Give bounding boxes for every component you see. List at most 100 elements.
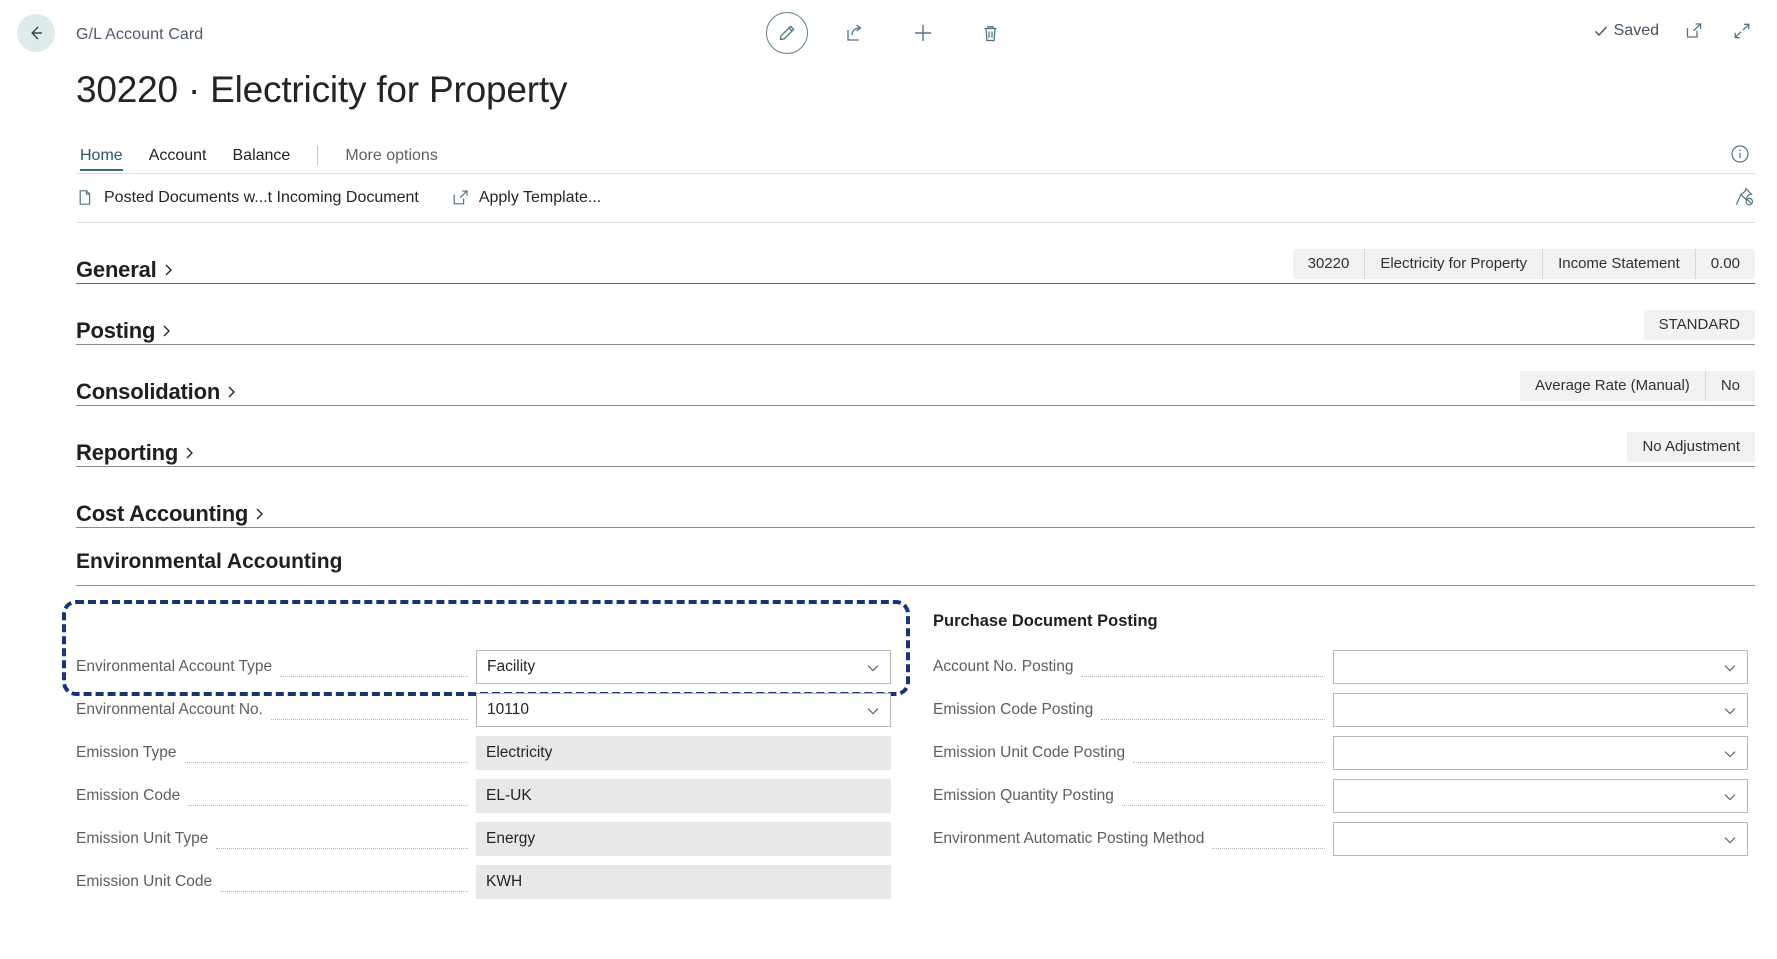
chip-balance-amount: 0.00 [1694, 248, 1755, 279]
chip-account-name: Electricity for Property [1364, 248, 1542, 279]
section-consolidation-chips: Average Rate (Manual) No [1520, 370, 1755, 401]
chevron-down-icon [865, 703, 881, 719]
apply-template-icon [451, 188, 470, 207]
environmental-right-column: Purchase Document Posting Account No. Po… [933, 612, 1748, 906]
section-consolidation-header[interactable]: Consolidation [76, 379, 238, 405]
chevron-down-icon [1722, 660, 1738, 676]
field-emission-unit-code-label: Emission Unit Code [76, 872, 213, 890]
emission-code-value: EL-UK [476, 778, 891, 813]
plus-icon [911, 21, 935, 45]
chevron-right-icon [253, 506, 266, 522]
action-apply-template-label: Apply Template... [478, 188, 602, 206]
checkmark-icon [1593, 23, 1609, 39]
section-reporting-header[interactable]: Reporting [76, 440, 196, 466]
info-button[interactable] [1729, 143, 1755, 169]
section-cost-accounting-header[interactable]: Cost Accounting [76, 501, 266, 527]
section-posting-chips: STANDARD [1643, 309, 1755, 340]
field-emission-unit-code-posting-label: Emission Unit Code Posting [933, 743, 1126, 761]
unpin-button[interactable] [1733, 186, 1755, 208]
environmental-account-no-dropdown[interactable]: 10110 [476, 692, 891, 727]
page-title: 30220 · Electricity for Property [76, 69, 568, 110]
section-general: General 30220 Electricity for Property I… [76, 223, 1755, 284]
info-icon [1729, 143, 1755, 165]
section-consolidation-title: Consolidation [76, 378, 221, 404]
field-emission-unit-type: Emission Unit Type Energy [76, 820, 891, 858]
dotted-leader [216, 847, 468, 849]
section-reporting-title: Reporting [76, 439, 179, 465]
section-general-header[interactable]: General [76, 257, 175, 283]
chevron-right-icon [160, 323, 173, 339]
field-environmental-account-no: Environmental Account No. 10110 [76, 691, 891, 729]
chip-exchange-adjustment: No Adjustment [1642, 438, 1740, 456]
field-emission-unit-code: Emission Unit Code KWH [76, 863, 891, 901]
emission-code-posting-dropdown[interactable] [1333, 692, 1748, 727]
top-bar: G/L Account Card Saved [0, 0, 1777, 66]
center-toolbar [0, 12, 1777, 54]
dotted-leader [270, 718, 468, 720]
emission-quantity-posting-dropdown[interactable] [1333, 778, 1748, 813]
open-in-new-window-button[interactable] [1681, 18, 1707, 44]
section-posting-title: Posting [76, 317, 156, 343]
field-account-no-posting: Account No. Posting [933, 648, 1748, 686]
dotted-leader [1101, 718, 1325, 720]
field-environmental-account-no-label: Environmental Account No. [76, 700, 263, 718]
dotted-leader [1121, 804, 1325, 806]
field-emission-unit-code-posting: Emission Unit Code Posting [933, 734, 1748, 772]
emission-unit-code-value: KWH [476, 864, 891, 899]
collapse-button[interactable] [1729, 18, 1755, 44]
collapse-icon [1732, 21, 1752, 41]
action-apply-template[interactable]: Apply Template... [451, 188, 601, 207]
environment-automatic-posting-method-dropdown[interactable] [1333, 821, 1748, 856]
back-arrow-icon [26, 23, 46, 43]
status-toolbar: Saved [1593, 18, 1755, 44]
back-button[interactable] [17, 14, 55, 52]
field-emission-quantity-posting-label: Emission Quantity Posting [933, 786, 1114, 804]
left-column-spacer [76, 612, 891, 632]
tab-more-options[interactable]: More options [332, 147, 451, 173]
section-posting-header[interactable]: Posting [76, 318, 173, 344]
tab-account[interactable]: Account [136, 147, 220, 173]
tab-balance[interactable]: Balance [220, 147, 304, 173]
chip-income-balance: Income Statement [1542, 248, 1695, 279]
environmental-left-column: Environmental Account Type Facility Envi… [62, 599, 910, 906]
tab-home[interactable]: Home [76, 147, 136, 173]
section-reporting: Reporting No Adjustment [76, 406, 1755, 467]
chevron-down-icon [1722, 703, 1738, 719]
save-status: Saved [1593, 22, 1659, 40]
tab-bar: Home Account Balance More options [0, 137, 1777, 173]
section-cost-accounting-title: Cost Accounting [76, 500, 249, 526]
chevron-right-icon [183, 445, 196, 461]
field-environment-automatic-posting-method-label: Environment Automatic Posting Method [933, 829, 1205, 847]
chevron-down-icon [1722, 746, 1738, 762]
new-button[interactable] [902, 12, 944, 54]
environmental-account-type-dropdown[interactable]: Facility [476, 649, 891, 684]
action-ribbon: Posted Documents w...t Incoming Document… [76, 174, 1755, 222]
section-environmental-accounting-rule [76, 584, 1755, 586]
field-account-no-posting-label: Account No. Posting [933, 657, 1074, 675]
field-emission-type-label: Emission Type [76, 743, 177, 761]
purchase-document-posting-title: Purchase Document Posting [933, 611, 1158, 630]
delete-button[interactable] [970, 12, 1012, 54]
open-in-new-window-icon [1684, 21, 1704, 41]
dotted-leader [188, 804, 468, 806]
field-emission-quantity-posting: Emission Quantity Posting [933, 777, 1748, 815]
edit-button[interactable] [765, 12, 808, 54]
environmental-columns: Environmental Account Type Facility Envi… [62, 599, 1755, 906]
breadcrumb[interactable]: G/L Account Card [76, 26, 203, 44]
action-posted-documents[interactable]: Posted Documents w...t Incoming Document [76, 188, 419, 207]
field-environmental-account-type: Environmental Account Type Facility [76, 648, 891, 686]
unpin-icon [1733, 186, 1755, 208]
chip-account-no: 30220 [1307, 255, 1350, 273]
dotted-leader [1212, 847, 1325, 849]
field-emission-code-label: Emission Code [76, 786, 181, 804]
field-environment-automatic-posting-method: Environment Automatic Posting Method [933, 820, 1748, 858]
dotted-leader [1081, 675, 1325, 677]
save-status-label: Saved [1613, 22, 1659, 39]
pencil-edit-icon [777, 23, 797, 43]
account-no-posting-dropdown[interactable] [1333, 649, 1748, 684]
section-cost-accounting: Cost Accounting [76, 467, 1755, 528]
emission-unit-type-value: Energy [476, 821, 891, 856]
share-button[interactable] [834, 12, 876, 54]
emission-unit-code-posting-dropdown[interactable] [1333, 735, 1748, 770]
field-emission-type: Emission Type Electricity [76, 734, 891, 772]
